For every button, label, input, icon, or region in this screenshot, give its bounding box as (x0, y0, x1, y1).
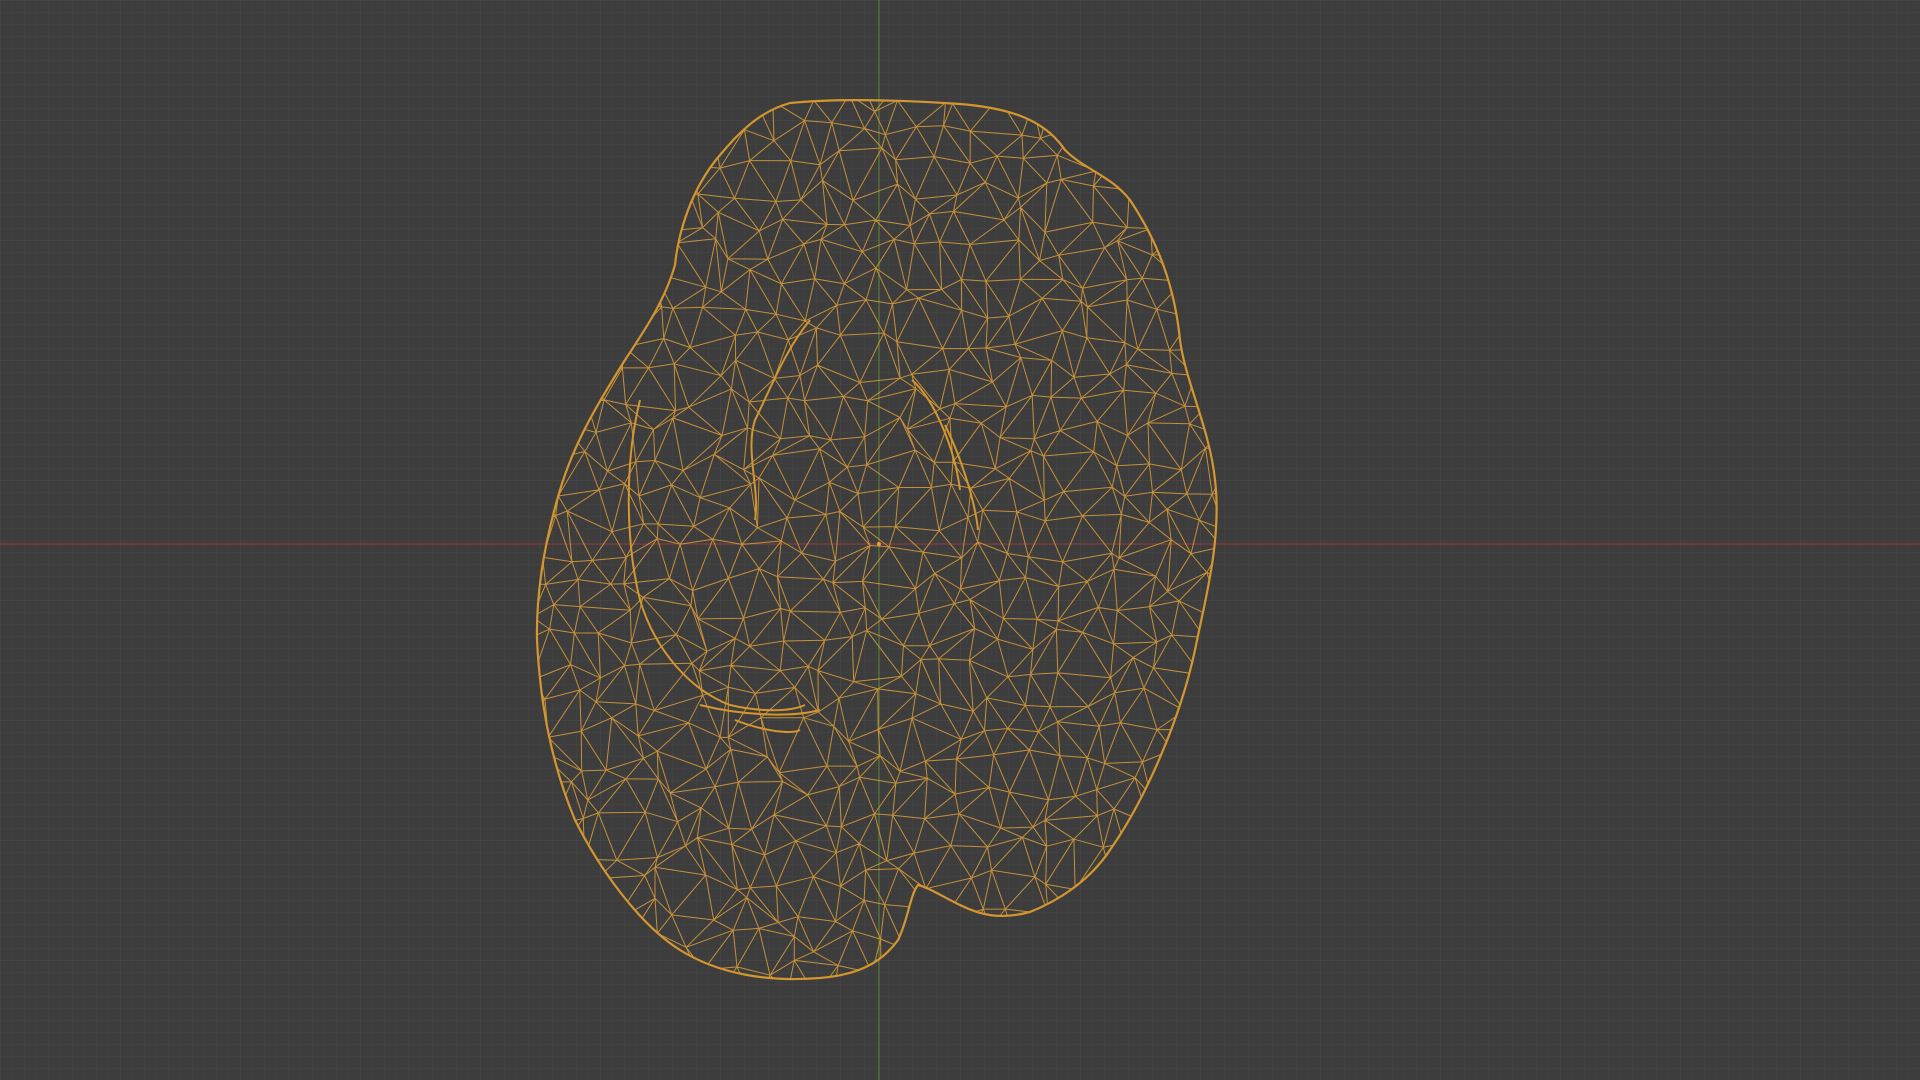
grid-major (0, 0, 1920, 1080)
3d-viewport[interactable] (0, 0, 1920, 1080)
object-origin-icon[interactable] (877, 542, 881, 546)
viewport-canvas[interactable] (0, 0, 1920, 1080)
